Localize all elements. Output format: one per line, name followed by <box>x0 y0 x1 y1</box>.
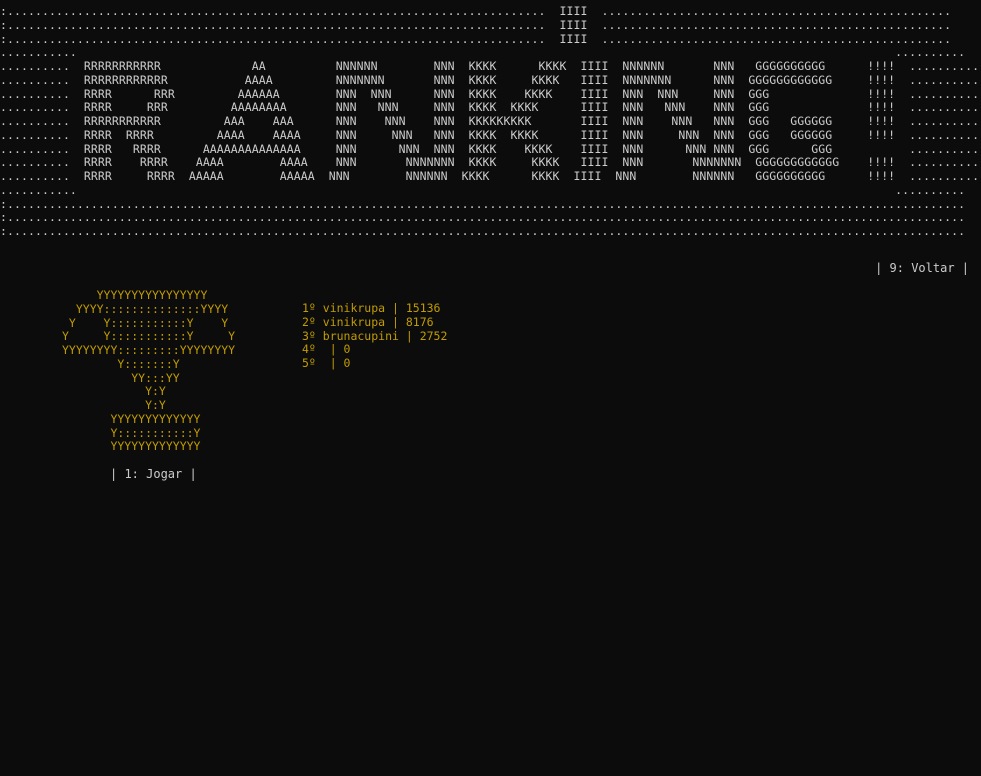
back-option[interactable]: | 9: Voltar | <box>875 261 969 275</box>
play-option[interactable]: | 1: Jogar | <box>110 467 197 481</box>
ranking-entry-2: 2º vinikrupa | 8176 <box>302 314 434 329</box>
ranking-list: 1º vinikrupa | 15136 2º vinikrupa | 8176… <box>302 301 448 371</box>
ranking-entry-5: 5º | 0 <box>302 356 351 370</box>
ranking-ascii-banner: :.......................................… <box>0 4 980 238</box>
terminal-window: :.......................................… <box>0 0 981 776</box>
ranking-entry-3: 3º brunacupini | 2752 <box>302 328 448 343</box>
trophy-ascii-art: YYYYYYYYYYYYYYYY YYYY::::::::::::::YYYY … <box>62 288 236 454</box>
ranking-entry-1: 1º vinikrupa | 15136 <box>302 301 441 315</box>
ranking-entry-4: 4º | 0 <box>302 342 351 357</box>
